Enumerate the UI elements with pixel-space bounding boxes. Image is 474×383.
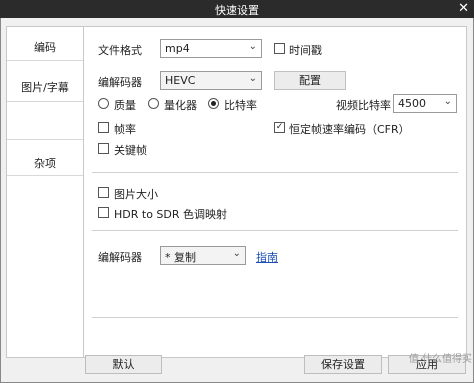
tab-image-subtitle[interactable]: 图片/字幕 bbox=[7, 79, 83, 95]
guide-link[interactable]: 指南 bbox=[256, 249, 278, 265]
tab-divider bbox=[7, 175, 83, 176]
radio-quality-label: 质量 bbox=[114, 99, 136, 112]
cfr-checkbox[interactable]: ✓ bbox=[274, 122, 285, 133]
settings-panel: 文件格式 mp4 ⌄ 时间戳 编解码器 HEVC ⌄ 配置 质量 量化器 比特率… bbox=[84, 26, 467, 358]
radio-selected-dot bbox=[211, 101, 216, 106]
save-settings-button[interactable]: 保存设置 bbox=[304, 355, 382, 374]
tab-divider bbox=[7, 139, 83, 140]
sidebar: 编码 图片/字幕 杂项 bbox=[6, 26, 84, 358]
radio-quantizer[interactable] bbox=[148, 98, 159, 109]
cfr-label: 恒定帧速率编码（CFR） bbox=[289, 123, 410, 136]
configure-button[interactable]: 配置 bbox=[274, 71, 346, 90]
close-icon[interactable]: ✕ bbox=[458, 1, 469, 16]
tab-divider bbox=[7, 101, 83, 102]
file-format-label: 文件格式 bbox=[98, 44, 142, 57]
dialog-window: 编码 图片/字幕 杂项 文件格式 mp4 ⌄ 时间戳 编解码器 HEVC ⌄ 配… bbox=[0, 18, 474, 383]
hdr-to-sdr-label: HDR to SDR 色调映射 bbox=[114, 208, 228, 221]
watermark: 值 什么值得买 bbox=[408, 354, 472, 365]
image-size-checkbox[interactable] bbox=[98, 187, 109, 198]
tab-divider bbox=[7, 60, 83, 61]
hdr-to-sdr-checkbox[interactable] bbox=[98, 207, 109, 218]
tab-encoding[interactable]: 编码 bbox=[7, 39, 83, 55]
video-bitrate-input[interactable]: 4500 ⌄ bbox=[393, 94, 457, 113]
framerate-checkbox[interactable] bbox=[98, 122, 109, 133]
chevron-down-icon: ⌄ bbox=[248, 73, 257, 84]
video-bitrate-label: 视频比特率 bbox=[336, 99, 391, 112]
chevron-down-icon: ⌄ bbox=[443, 96, 452, 107]
image-size-label: 图片大小 bbox=[114, 188, 158, 201]
file-format-value: mp4 bbox=[165, 42, 190, 55]
video-codec-label: 编解码器 bbox=[98, 76, 142, 89]
file-format-select[interactable]: mp4 ⌄ bbox=[160, 39, 262, 58]
chevron-down-icon: ⌄ bbox=[232, 248, 241, 259]
window-title: 快速设置 bbox=[215, 4, 259, 17]
section-divider bbox=[92, 230, 458, 231]
title-bar: 快速设置 ✕ bbox=[0, 0, 474, 18]
framerate-label: 帧率 bbox=[114, 123, 136, 136]
radio-quantizer-label: 量化器 bbox=[164, 99, 197, 112]
radio-bitrate-label: 比特率 bbox=[224, 99, 257, 112]
keyframe-label: 关键帧 bbox=[114, 144, 147, 157]
tab-misc[interactable]: 杂项 bbox=[7, 155, 83, 171]
video-codec-value: HEVC bbox=[165, 74, 196, 87]
radio-quality[interactable] bbox=[98, 98, 109, 109]
keyframe-checkbox[interactable] bbox=[98, 143, 109, 154]
timestamp-checkbox[interactable] bbox=[274, 43, 285, 54]
video-codec-select[interactable]: HEVC ⌄ bbox=[160, 71, 262, 90]
section-divider bbox=[92, 317, 458, 318]
timestamp-label: 时间戳 bbox=[289, 44, 322, 57]
default-button[interactable]: 默认 bbox=[85, 355, 162, 374]
radio-bitrate[interactable] bbox=[208, 98, 219, 109]
audio-codec-label: 编解码器 bbox=[98, 251, 142, 264]
audio-codec-value: * 复制 bbox=[165, 251, 196, 264]
section-divider bbox=[92, 172, 458, 173]
chevron-down-icon: ⌄ bbox=[248, 41, 257, 52]
video-bitrate-value: 4500 bbox=[398, 97, 426, 110]
audio-codec-select[interactable]: * 复制 ⌄ bbox=[160, 246, 246, 265]
